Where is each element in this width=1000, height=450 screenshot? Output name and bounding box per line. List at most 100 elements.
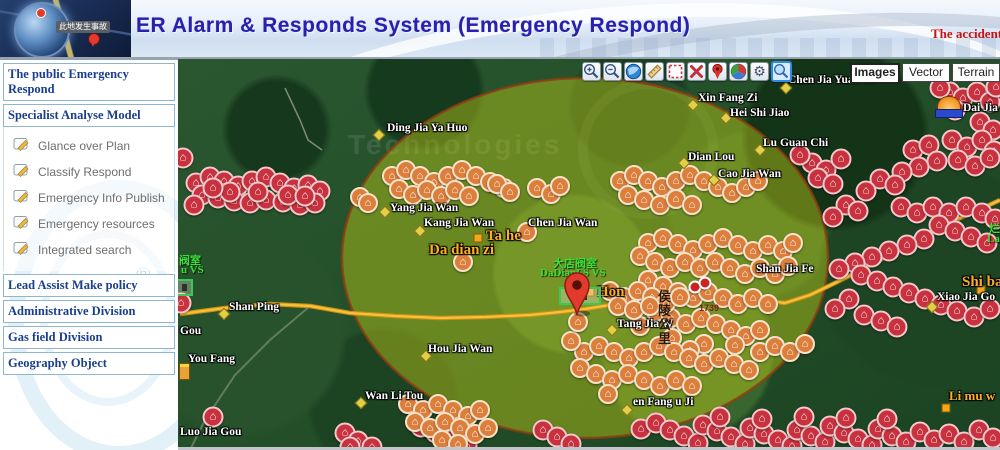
sidebar-section-gas-field-division[interactable]: Gas field Division [3, 326, 175, 349]
map-marker-red[interactable]: ⌂ [983, 428, 1000, 449]
map-marker-red[interactable]: ⌂ [831, 149, 852, 170]
map-marker-orange[interactable]: ⌂ [682, 376, 702, 396]
notepad-icon [13, 188, 30, 208]
sidebar-section-public-emergency-respond[interactable]: The public Emergency Respond [3, 63, 175, 101]
map-place-label: Hon [597, 284, 625, 301]
map-marker-red[interactable]: ⌂ [184, 195, 205, 216]
select-extent-icon [666, 62, 685, 81]
map-marker-red[interactable]: ⌂ [829, 259, 850, 280]
map-marker-orange[interactable]: ⌂ [795, 334, 815, 354]
map-marker-orange[interactable]: ⌂ [640, 296, 660, 316]
app-logo: 此地发生事故 [0, 0, 131, 57]
toolbar-layers-pie-button[interactable] [729, 62, 748, 81]
map-place-label: Lan [987, 233, 1000, 245]
logo-alert-dot [36, 8, 46, 18]
header: 此地发生事故 ER Alarm & Responds System (Emerg… [0, 0, 1000, 60]
map-viewport[interactable]: Technologies ⌂⌂⌂⌂⌂⌂⌂⌂⌂⌂⌂⌂⌂⌂⌂⌂⌂⌂⌂⌂⌂⌂⌂⌂⌂⌂⌂… [178, 59, 1000, 450]
accident-pin[interactable] [562, 271, 592, 317]
map-place-label: Hou Jia Wan [428, 343, 492, 355]
layer-button-images[interactable]: Images [850, 63, 900, 84]
sidebar-item-integrated-search[interactable]: Integrated search [4, 237, 174, 263]
map-dot-red[interactable] [699, 277, 712, 290]
logo-callout-tag: 此地发生事故 [56, 21, 110, 33]
map-marker-red[interactable]: ⌂ [885, 175, 906, 196]
sidebar-item-emergency-info-publish[interactable]: Emergency Info Publish [4, 185, 174, 211]
map-marker-red[interactable]: ⌂ [836, 408, 857, 429]
facility-icon[interactable] [179, 363, 190, 380]
toolbar-globe-button[interactable] [624, 62, 643, 81]
map-marker-orange[interactable]: ⌂ [561, 331, 581, 351]
map-place-label: Dai Jia [963, 102, 998, 114]
map-marker-red[interactable]: ⌂ [823, 174, 844, 195]
map-marker-orange[interactable]: ⌂ [478, 418, 498, 438]
valve-station-icon[interactable] [178, 279, 193, 296]
map-place-label: Da dian zi [429, 242, 494, 259]
map-marker-orange[interactable]: ⌂ [459, 186, 479, 206]
map-marker-orange[interactable]: ⌂ [500, 182, 520, 202]
map-marker-orange[interactable]: ⌂ [470, 400, 490, 420]
map-marker-red[interactable]: ⌂ [856, 181, 877, 202]
map-marker-orange[interactable]: ⌂ [725, 335, 745, 355]
map-marker-red[interactable]: ⌂ [248, 182, 269, 203]
sidebar-item-glance-over-plan[interactable]: Glance over Plan [4, 133, 174, 159]
map-place-label: Xiao Jia Go [937, 291, 995, 303]
sidebar-section-specialist-analyse-model[interactable]: Specialist Analyse Model [3, 104, 175, 127]
map-marker-orange[interactable]: ⌂ [670, 287, 690, 307]
notepad-icon [13, 136, 30, 156]
map-place-label: u VS [181, 264, 204, 276]
map-marker-red[interactable]: ⌂ [927, 151, 948, 172]
map-marker-red[interactable]: ⌂ [848, 201, 869, 222]
layer-button-vector[interactable]: Vector [902, 63, 950, 82]
map-place-label: Li mu w [949, 388, 995, 404]
toolbar-search-button[interactable] [771, 61, 792, 82]
sidebar-section-administrative-division[interactable]: Administrative Division [3, 300, 175, 323]
layer-button-terrain[interactable]: Terrain [952, 63, 1000, 82]
map-marker-orange[interactable]: ⌂ [758, 294, 778, 314]
gas-station-dome-icon[interactable] [935, 96, 961, 122]
toolbar-zoom-out-button[interactable] [603, 62, 622, 81]
map-marker-red[interactable]: ⌂ [887, 317, 908, 338]
map-marker-red[interactable]: ⌂ [794, 407, 815, 428]
sidebar-item-label: Glance over Plan [38, 139, 130, 153]
map-marker-orange[interactable]: ⌂ [739, 360, 759, 380]
page-title: ER Alarm & Responds System (Emergency Re… [136, 14, 690, 38]
map-place-label: Lu Guan Chi [763, 137, 828, 149]
map-place-label: Yang Jia Wan [390, 202, 458, 214]
map-marker-orange[interactable]: ⌂ [783, 233, 803, 253]
sidebar-item-emergency-resources[interactable]: Emergency resources [4, 211, 174, 237]
map-marker-red[interactable]: ⌂ [203, 407, 224, 428]
sidebar-item-classify-respond[interactable]: Classify Respond [4, 159, 174, 185]
map-kilometer-digits: 1739 [699, 303, 719, 313]
map-marker-red[interactable]: ⌂ [877, 409, 898, 430]
map-marker-red[interactable]: ⌂ [823, 207, 844, 228]
er-alarm-app: 此地发生事故 ER Alarm & Responds System (Emerg… [0, 0, 1000, 450]
map-marker-red[interactable]: ⌂ [752, 409, 773, 430]
sidebar-section-geography-object[interactable]: Geography Object [3, 352, 175, 375]
map-marker-red[interactable]: ⌂ [897, 235, 918, 256]
map-marker-red[interactable]: ⌂ [980, 148, 1000, 169]
map-marker-red[interactable]: ⌂ [825, 299, 846, 320]
map-marker-red[interactable]: ⌂ [710, 407, 731, 428]
logo-pin-icon [88, 33, 98, 47]
map-marker-orange[interactable]: ⌂ [358, 193, 378, 213]
toolbar-clear-button[interactable] [687, 62, 706, 81]
toolbar-add-marker-button[interactable] [708, 62, 727, 81]
map-marker-orange[interactable]: ⌂ [682, 195, 702, 215]
toolbar-select-extent-button[interactable] [666, 62, 685, 81]
map-marker-red[interactable]: ⌂ [178, 148, 194, 169]
map-point-diamond [373, 129, 386, 142]
sidebar-section-lead-assist-make-policy[interactable]: Lead Assist Make policy [3, 274, 175, 297]
map-vertical-cjk-label: 里 [658, 328, 671, 347]
add-marker-icon [708, 62, 727, 81]
map-marker-orange[interactable]: ⌂ [750, 320, 770, 340]
map-marker-red[interactable]: ⌂ [295, 186, 316, 207]
map-marker-orange[interactable]: ⌂ [598, 384, 618, 404]
clear-icon [687, 62, 706, 81]
toolbar-zoom-in-button[interactable] [582, 62, 601, 81]
toolbar-measure-button[interactable] [645, 62, 664, 81]
map-place-label: Shan Jia Fe [756, 263, 814, 275]
map-marker-orange[interactable]: ⌂ [550, 176, 570, 196]
toolbar-settings-gear-button[interactable]: ⚙ [750, 62, 769, 81]
map-marker-red[interactable]: ⌂ [203, 178, 224, 199]
globe-icon [624, 62, 643, 81]
